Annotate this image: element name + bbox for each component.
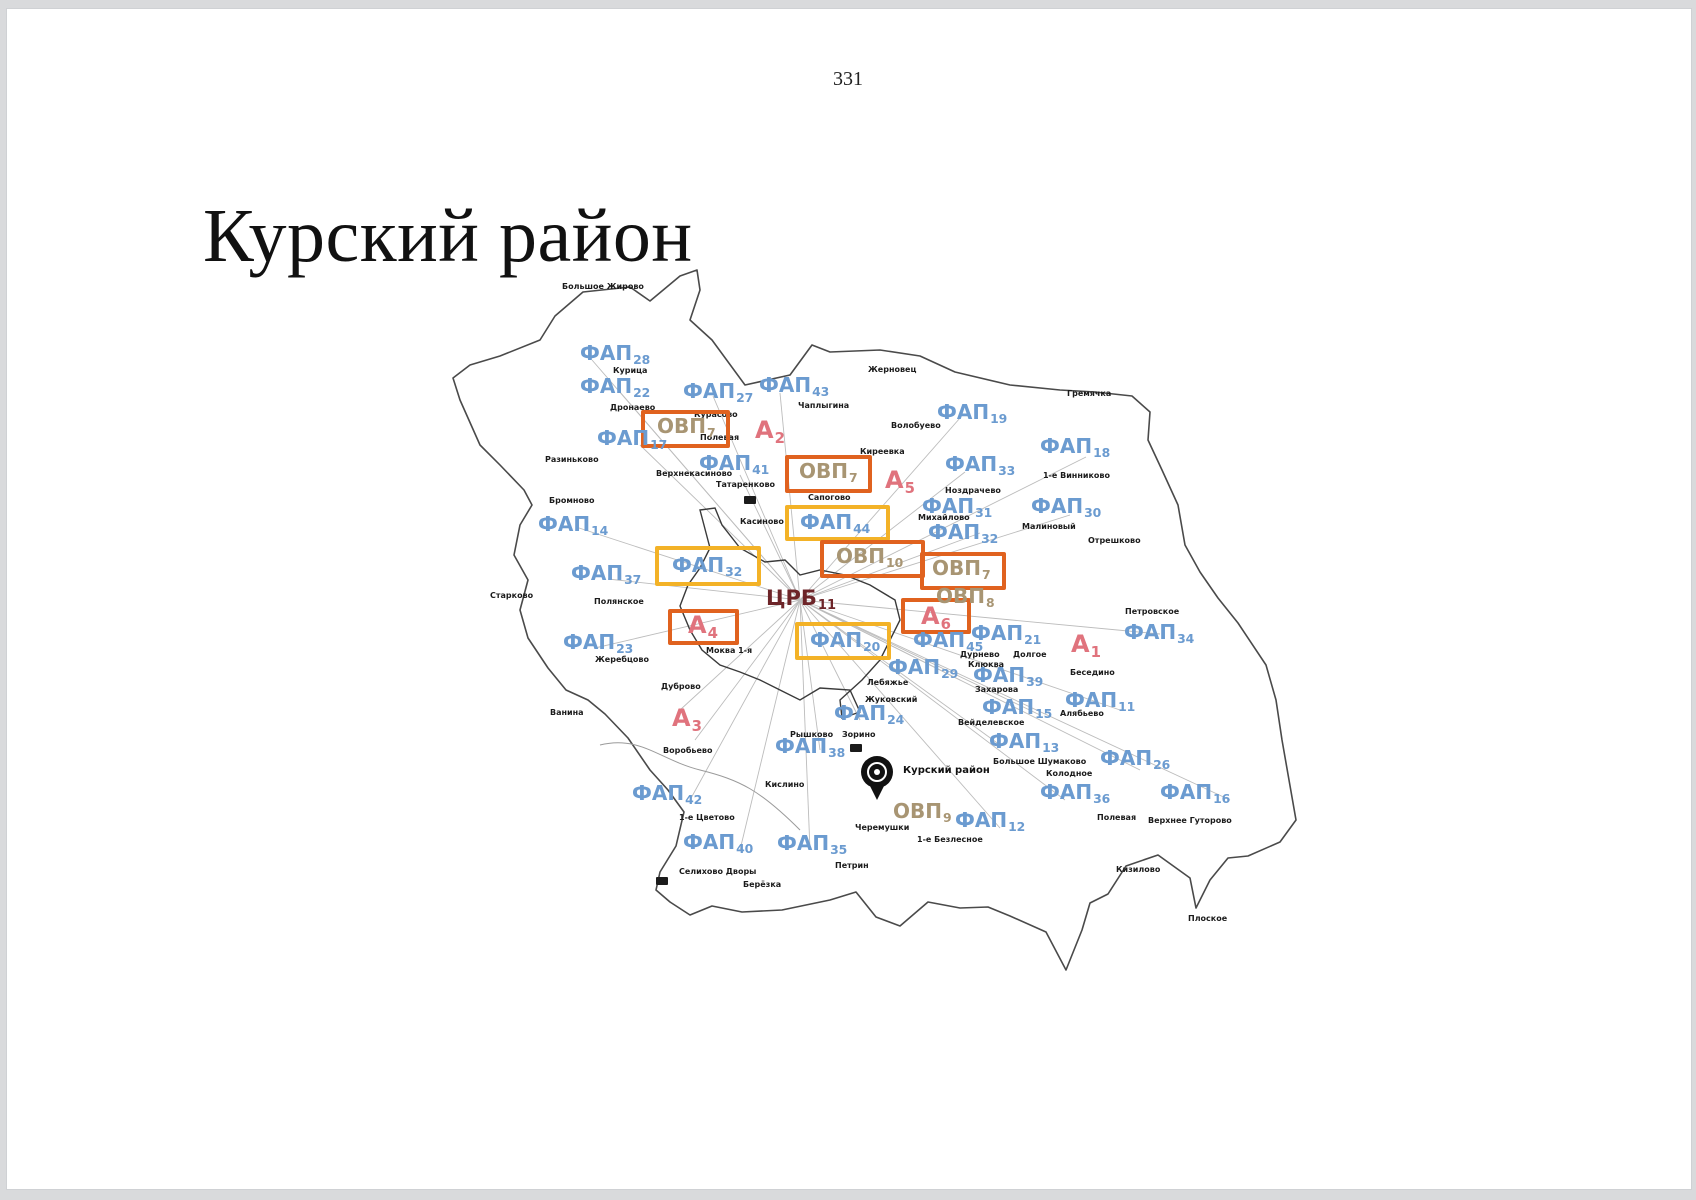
fap-label: ФАП24	[834, 701, 905, 727]
fap-label: ФАП34	[1124, 620, 1195, 646]
village-label: Дуброво	[661, 682, 701, 691]
central-hospital-label: ЦРБ11	[766, 586, 837, 614]
fap-label: ФАП45	[913, 628, 984, 654]
village-label: Большое Шумаково	[993, 757, 1087, 766]
village-label: Большое Жирово	[562, 282, 644, 291]
village-label: Отрешково	[1088, 536, 1141, 545]
village-label: Черемушки	[855, 823, 910, 832]
fap-label: ФАП28	[580, 341, 651, 367]
village-label: Малиновый	[1022, 522, 1076, 531]
fap-label: ФАП15	[982, 695, 1053, 721]
village-label: Плоское	[1188, 914, 1228, 923]
fap-label: ФАП14	[538, 512, 609, 538]
fap-label: ФАП12	[955, 808, 1026, 834]
fap-label: ФАП35	[777, 831, 848, 857]
fap-label: ФАП18	[1040, 434, 1111, 460]
village-label: Колодное	[1046, 769, 1093, 778]
village-label: Петровское	[1125, 607, 1180, 616]
village-label: Волобуево	[891, 421, 941, 430]
village-label: Кислино	[765, 780, 805, 789]
village-label: Полевая	[1097, 813, 1137, 822]
village-label: Татаренково	[716, 480, 776, 489]
ambulatory-label: А3	[672, 704, 702, 735]
fap-label: ФАП26	[1100, 746, 1171, 772]
village-label: Долгое	[1013, 650, 1047, 659]
village-label: Берёзка	[743, 880, 782, 889]
village-label: Петрин	[835, 861, 869, 870]
road-sign-icon	[656, 877, 668, 885]
village-label: 1-е Безлесное	[917, 835, 983, 844]
ovp-label: ОВП7	[932, 556, 991, 582]
ambulatory-label: А4	[688, 611, 718, 642]
fap-label: ФАП27	[683, 379, 754, 405]
fap-label: ФАП30	[1031, 494, 1102, 520]
village-label: Полянское	[594, 597, 644, 606]
village-label: Гремячка	[1067, 389, 1112, 398]
village-label: Старково	[490, 591, 534, 600]
ovp-label: ОВП7	[799, 459, 858, 485]
village-label: Жеребцово	[595, 655, 649, 664]
fap-label: ФАП13	[989, 729, 1060, 755]
ambulatory-label: А2	[755, 416, 785, 447]
village-label: Моква 1-я	[706, 646, 753, 655]
village-label: Касиново	[740, 517, 784, 526]
fap-label: ФАП32	[928, 520, 999, 546]
fap-label: ФАП37	[571, 561, 642, 587]
fap-label: ФАП43	[759, 373, 830, 399]
fap-label: ФАП36	[1040, 780, 1111, 806]
fap-label: ФАП38	[775, 734, 846, 760]
ambulatory-label: А5	[885, 466, 915, 497]
village-label: Чаплыгина	[798, 401, 850, 410]
fap-label: ФАП42	[632, 781, 703, 807]
fap-label: ФАП23	[563, 630, 634, 656]
village-label: Жерновец	[868, 365, 917, 374]
fap-label: ФАП16	[1160, 780, 1231, 806]
road-sign-icon	[850, 744, 862, 752]
village-label: Сапогово	[808, 493, 851, 502]
village-label: Кизилово	[1116, 865, 1161, 874]
fap-label: ФАП29	[888, 655, 959, 681]
ambulatory-label: А6	[921, 602, 951, 633]
village-label: 1-е Цветово	[679, 813, 735, 822]
fap-label: ФАП11	[1065, 688, 1136, 714]
fap-label: ФАП44	[800, 510, 871, 536]
road-sign-icon	[744, 496, 756, 504]
village-label: Зорино	[842, 730, 876, 739]
village-label: 1-е Винниково	[1043, 471, 1110, 480]
fap-label: ФАП20	[810, 628, 881, 654]
district-center-label: Курский район	[903, 765, 990, 776]
village-label: Бромново	[549, 496, 595, 505]
ovp-label: ОВП7	[657, 414, 716, 440]
fap-label: ФАП22	[580, 374, 651, 400]
fap-label: ФАП33	[945, 452, 1016, 478]
village-label: Ванина	[550, 708, 584, 717]
village-label: Бесединo	[1070, 668, 1115, 677]
fap-label: ФАП32	[672, 553, 743, 579]
village-label: Разиньково	[545, 455, 599, 464]
fap-label: ФАП31	[922, 494, 993, 520]
ambulatory-label: А1	[1071, 630, 1101, 661]
fap-label: ФАП40	[683, 830, 754, 856]
district-map	[452, 269, 1297, 971]
fap-label: ФАП39	[973, 663, 1044, 689]
fap-label: ФАП19	[937, 400, 1008, 426]
village-label: Воробьево	[663, 746, 713, 755]
ovp-label: ОВП10	[836, 544, 904, 570]
ovp-label: ОВП9	[893, 799, 952, 825]
village-label: Селихово Дворы	[679, 867, 757, 876]
village-label: Верхнее Гуторово	[1148, 816, 1232, 825]
fap-label: ФАП41	[699, 451, 770, 477]
